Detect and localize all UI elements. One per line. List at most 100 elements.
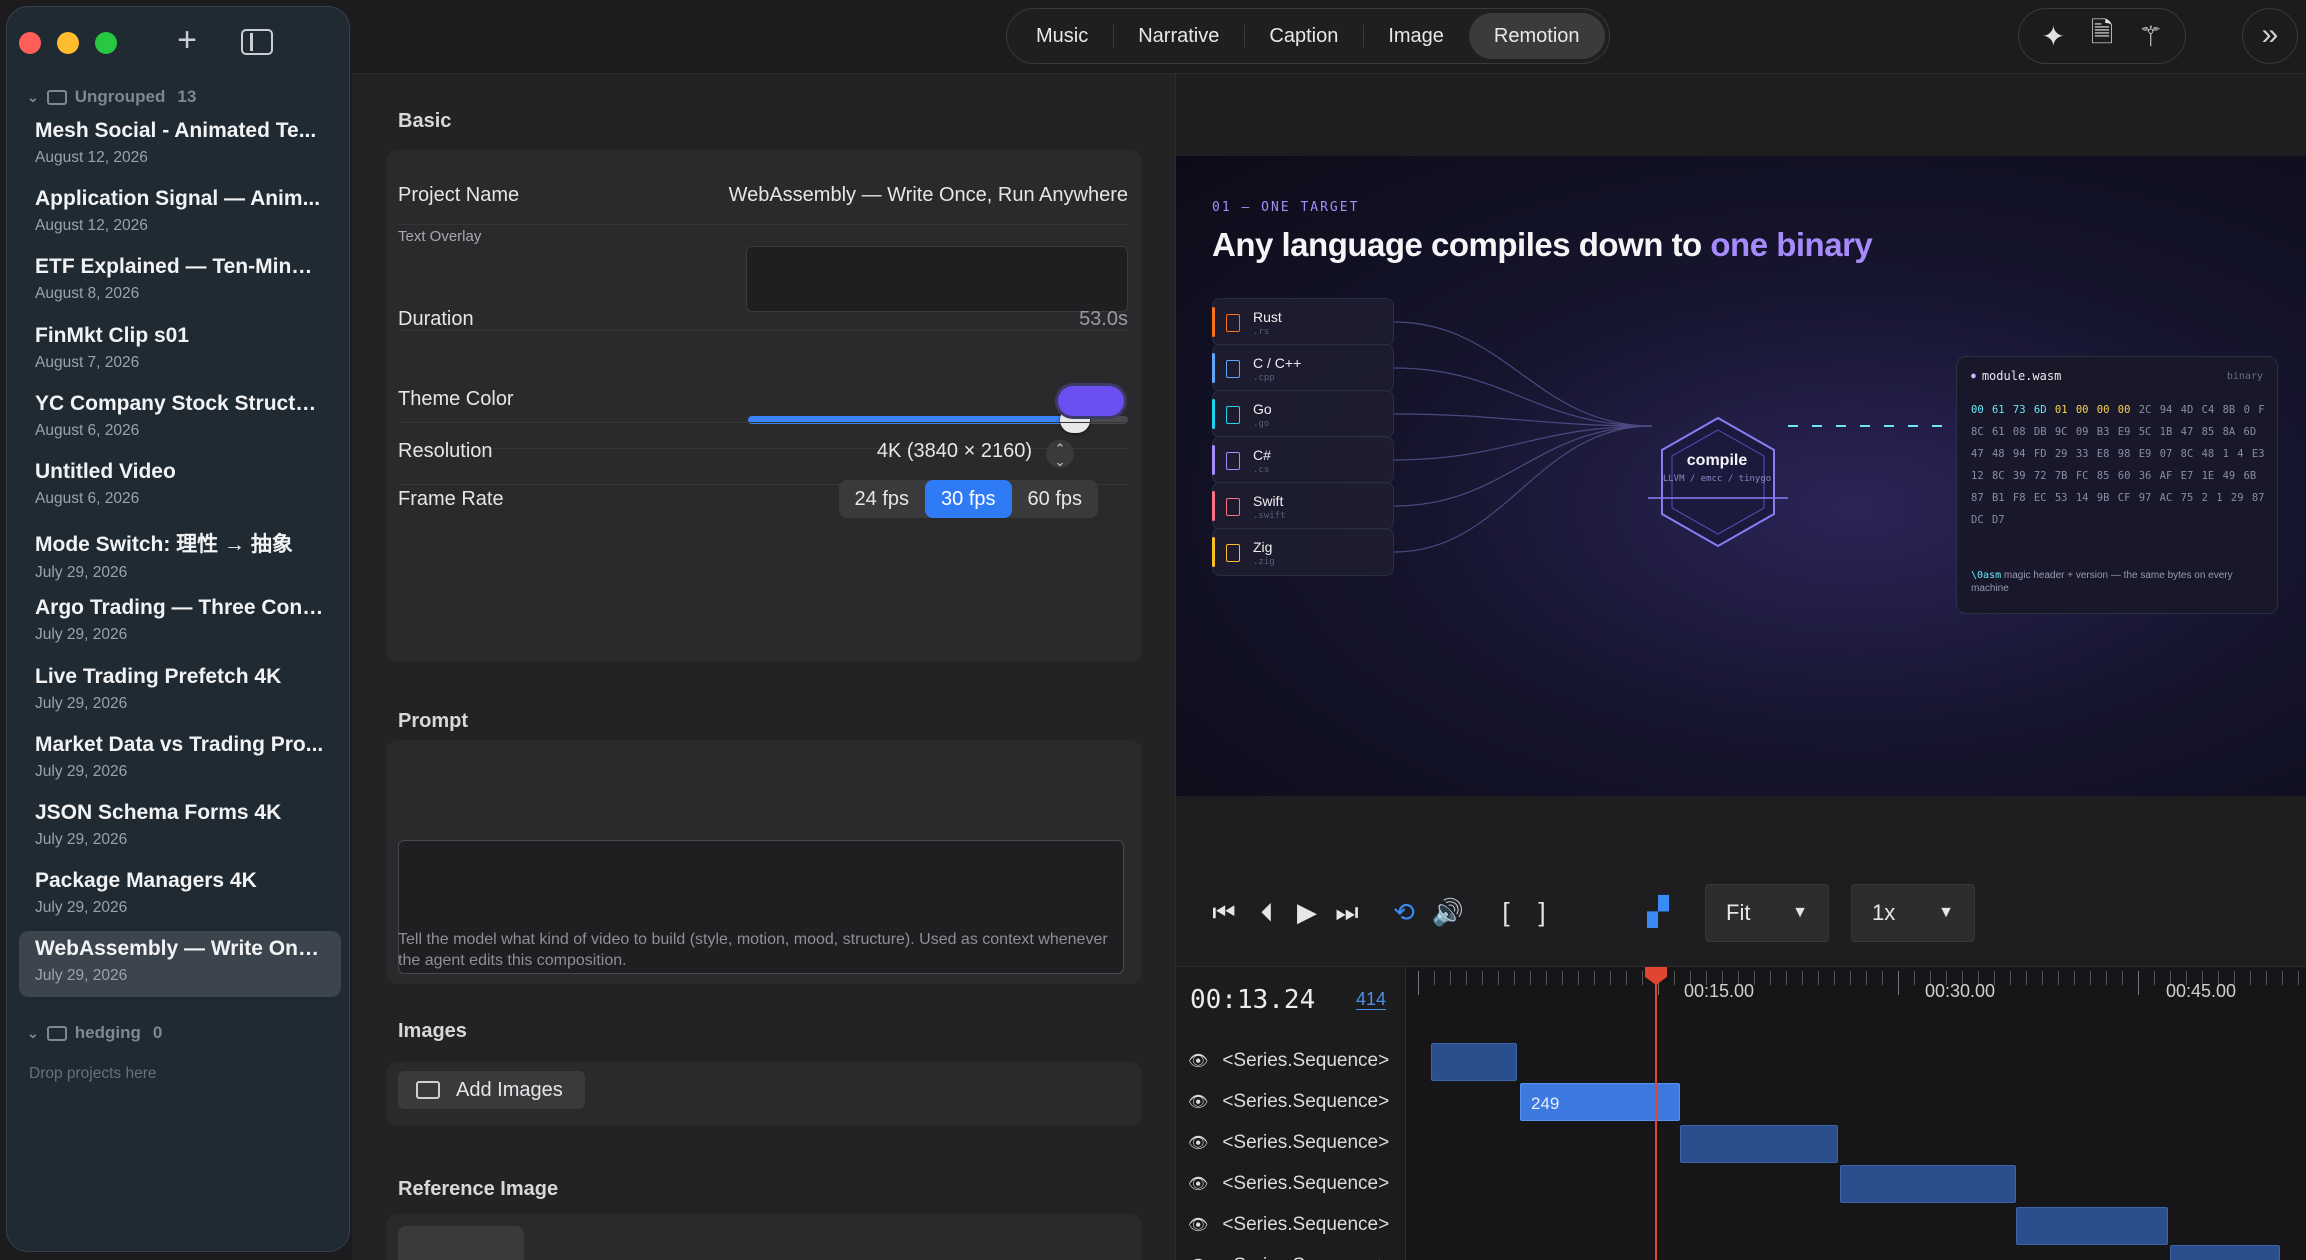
section-title-basic: Basic	[398, 110, 452, 132]
project-title: WebAssembly — Write Onc...	[35, 937, 325, 960]
checkerboard-icon[interactable]: ▞	[1642, 894, 1674, 930]
tab-caption[interactable]: Caption	[1244, 13, 1363, 59]
top-actions: ✦ 🗎 ⚚	[2018, 8, 2186, 64]
file-icon	[1226, 498, 1240, 516]
timeline-track[interactable]: 👁 <Series.Sequence>	[1188, 1211, 1389, 1239]
tab-narrative[interactable]: Narrative	[1113, 13, 1244, 59]
project-item[interactable]: Application Signal — Anim... August 12, 2…	[19, 181, 341, 247]
fps-30-option[interactable]: 30 fps	[925, 480, 1012, 518]
sequence-block[interactable]	[1840, 1165, 2016, 1203]
new-project-plus-icon[interactable]: +	[172, 23, 202, 57]
mode-tabs: Music Narrative Caption Image Remotion	[1006, 8, 1610, 64]
eye-icon[interactable]: 👁	[1188, 1051, 1208, 1071]
chevron-up-down-icon[interactable]: ⌃ ⌄	[1046, 440, 1074, 468]
group-header-hedging[interactable]: ⌄ hedging 0	[27, 1023, 162, 1043]
duration-value: 53.0s	[1079, 308, 1128, 330]
sequence-block[interactable]	[2016, 1207, 2168, 1245]
chevron-double-right-icon[interactable]: »	[2242, 8, 2298, 64]
timeline-track[interactable]: 👁 <Series.Sequence>	[1188, 1129, 1389, 1157]
project-title: Untitled Video	[35, 460, 176, 483]
eye-icon[interactable]: 👁	[1188, 1092, 1208, 1112]
window-minimize-button[interactable]	[57, 32, 79, 54]
sidebar-toggle-icon[interactable]	[241, 29, 273, 55]
ruler-tick	[1786, 971, 1787, 985]
project-item[interactable]: WebAssembly — Write Onc... July 29, 2026	[19, 931, 341, 997]
playhead-line[interactable]	[1655, 967, 1657, 1260]
project-item[interactable]: Argo Trading — Three Conf... July 29, 202…	[19, 590, 341, 656]
fps-24-option[interactable]: 24 fps	[839, 480, 925, 518]
project-item[interactable]: Untitled Video August 6, 2026	[19, 454, 341, 520]
project-item[interactable]: FinMkt Clip s01 August 7, 2026	[19, 318, 341, 384]
language-card: Go .go	[1212, 390, 1394, 438]
frame-counter[interactable]: 414	[1356, 989, 1387, 1010]
project-date: August 6, 2026	[35, 490, 140, 507]
group-header-ungrouped[interactable]: ⌄ Ungrouped 13	[27, 87, 196, 107]
ruler-tick	[1898, 971, 1899, 995]
project-item[interactable]: JSON Schema Forms 4K July 29, 2026	[19, 795, 341, 861]
fps-60-option[interactable]: 60 fps	[1012, 480, 1098, 518]
theme-color-swatch[interactable]	[1058, 386, 1124, 416]
ruler-tick	[1418, 971, 1419, 995]
timeline-track[interactable]: 👁 <Series.Sequence>	[1188, 1047, 1389, 1075]
language-card: Swift .swift	[1212, 482, 1394, 530]
tab-music[interactable]: Music	[1011, 13, 1113, 59]
magic-wand-icon[interactable]: ⚚	[2134, 20, 2168, 53]
video-preview[interactable]: 01 — ONE TARGET Any language compiles do…	[1176, 156, 2306, 796]
group-name: Ungrouped	[74, 87, 166, 106]
ruler-tick	[1594, 971, 1595, 985]
project-item[interactable]: Market Data vs Trading Pro... July 29, 20…	[19, 727, 341, 793]
sequence-block[interactable]	[1680, 1125, 1838, 1163]
project-date: July 29, 2026	[35, 564, 128, 581]
speed-select[interactable]: 1x ▼	[1851, 884, 1975, 942]
loop-icon[interactable]: ⟲	[1386, 894, 1422, 930]
project-title: YC Company Stock Structu...	[35, 392, 325, 415]
divider	[398, 330, 1130, 331]
compile-label: compile	[1686, 452, 1748, 469]
project-item[interactable]: Mode Switch: 理性 → 抽象 July 29, 2026	[19, 522, 341, 588]
ruler-tick	[1914, 971, 1915, 985]
project-item[interactable]: Package Managers 4K July 29, 2026	[19, 863, 341, 929]
eye-icon[interactable]: 👁	[1188, 1215, 1208, 1235]
tab-image[interactable]: Image	[1363, 13, 1469, 59]
ruler-tick	[2058, 971, 2059, 985]
reference-image-slot[interactable]	[398, 1226, 524, 1260]
sparkles-icon[interactable]: ✦	[2036, 20, 2070, 53]
eye-icon[interactable]: 👁	[1188, 1256, 1208, 1260]
project-title: FinMkt Clip s01	[35, 324, 190, 347]
skip-to-start-icon[interactable]: ⏮	[1206, 894, 1242, 930]
tab-remotion[interactable]: Remotion	[1468, 13, 1605, 59]
project-item[interactable]: ETF Explained — Ten-Minut... August 8, 20…	[19, 249, 341, 315]
timeline-track[interactable]: 👁 <Series.Sequence>	[1188, 1170, 1389, 1198]
timeline-track[interactable]: 👁 <Series.Sequence>	[1188, 1088, 1389, 1116]
add-images-button[interactable]: Add Images	[398, 1071, 585, 1109]
eye-icon[interactable]: 👁	[1188, 1174, 1208, 1194]
project-item[interactable]: Mesh Social - Animated Te... August 12, 2…	[19, 113, 341, 179]
out-point-icon[interactable]: ]	[1530, 894, 1554, 930]
wasm-card: module.wasm binary 00 61 73 6D 01 00 00 …	[1956, 356, 2278, 614]
window-zoom-button[interactable]	[95, 32, 117, 54]
project-name-field[interactable]: WebAssembly — Write Once, Run Anywhere	[729, 184, 1128, 207]
eye-icon[interactable]: 👁	[1188, 1133, 1208, 1153]
step-back-icon[interactable]: ⏴	[1252, 894, 1282, 930]
timeline-track[interactable]: 👁 <Series.Sequence>	[1188, 1252, 1389, 1260]
resolution-select[interactable]: 4K (3840 × 2160)	[877, 440, 1032, 463]
project-title: Argo Trading — Three Conf...	[35, 596, 325, 619]
step-forward-icon[interactable]: ⏭	[1332, 894, 1362, 930]
in-point-icon[interactable]: [	[1494, 894, 1518, 930]
text-overlay-input[interactable]	[746, 246, 1128, 312]
zoom-select[interactable]: Fit ▼	[1705, 884, 1829, 942]
volume-icon[interactable]: 🔊	[1430, 894, 1466, 930]
sequence-block[interactable]	[2170, 1245, 2280, 1260]
project-item[interactable]: YC Company Stock Structu... August 6, 202…	[19, 386, 341, 452]
file-icon	[1226, 452, 1240, 470]
ruler-tick	[1466, 971, 1467, 985]
document-icon[interactable]: 🗎	[2085, 12, 2119, 60]
sequence-block[interactable]	[1431, 1043, 1517, 1081]
chevron-down-icon: ⌄	[27, 1024, 39, 1041]
project-title: Market Data vs Trading Pro...	[35, 733, 324, 756]
window-close-button[interactable]	[19, 32, 41, 54]
project-item[interactable]: Live Trading Prefetch 4K July 29, 2026	[19, 659, 341, 725]
ruler-tick	[1626, 971, 1627, 985]
play-icon[interactable]: ▶	[1292, 894, 1322, 930]
ruler-tick	[1754, 971, 1755, 985]
